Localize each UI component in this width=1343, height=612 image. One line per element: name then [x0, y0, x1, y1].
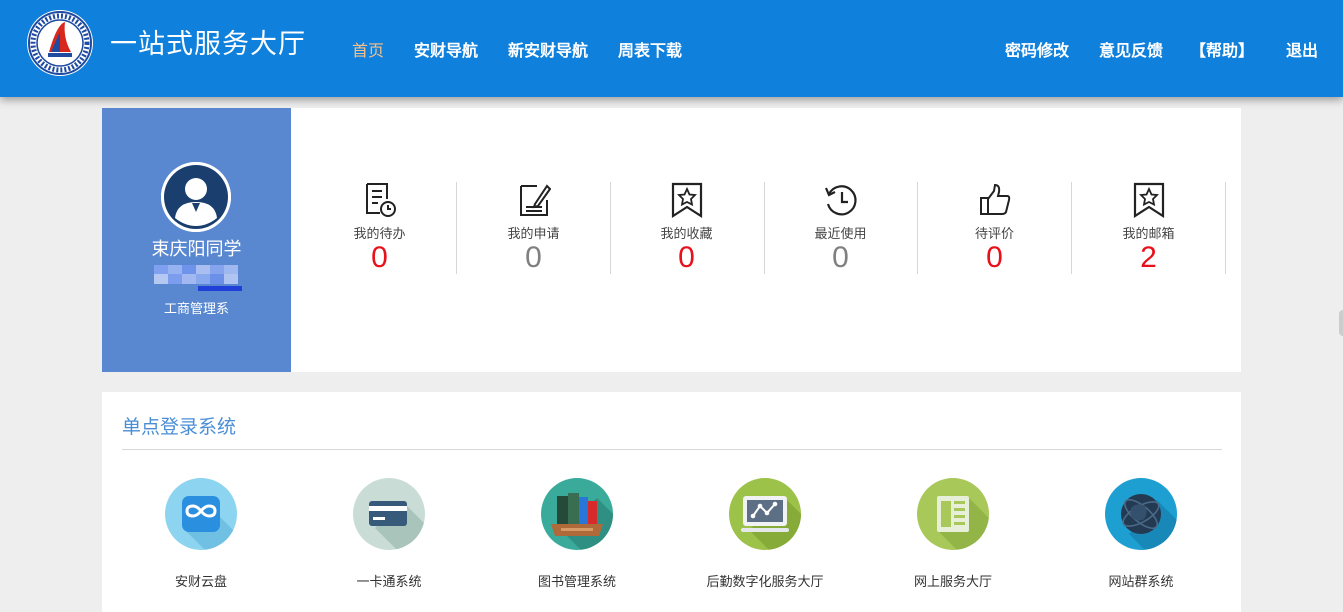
- nav-help[interactable]: 【帮助】: [1190, 37, 1254, 61]
- app-title: 一站式服务大厅: [110, 29, 306, 60]
- stat-todo[interactable]: 我的待办 0: [303, 178, 456, 274]
- monitor-chart-icon: [729, 478, 801, 550]
- divider: [1225, 182, 1226, 274]
- bookmark-star-icon: [1133, 182, 1165, 218]
- section-divider: [122, 449, 1222, 450]
- profile-panel: 束庆阳同学 工商管理系: [102, 108, 291, 372]
- scroll-handle[interactable]: [1339, 310, 1343, 336]
- stat-applications[interactable]: 我的申请 0: [457, 178, 610, 274]
- card-icon: [353, 478, 425, 550]
- bookmark-star-icon: [671, 182, 703, 218]
- nav-new-ancai-guide[interactable]: 新安财导航: [508, 37, 588, 61]
- app-logistics-hall[interactable]: 后勤数字化服务大厅: [671, 478, 859, 598]
- nav-home[interactable]: 首页: [352, 37, 384, 61]
- masked-student-id: [154, 265, 242, 293]
- dashboard-card: 束庆阳同学 工商管理系 我的待办 0 我的申请 0 我的收藏 0 最近使用 0 …: [102, 108, 1241, 372]
- department: 工商管理系: [163, 302, 229, 317]
- stat-mailbox[interactable]: 我的邮箱 2: [1072, 178, 1225, 274]
- stat-count: 0: [832, 241, 849, 274]
- section-title: 单点登录系统: [122, 416, 237, 438]
- sso-section: 单点登录系统 安财云盘 一卡通系统 图书管理系统 后勤数字化服务大厅 网上服务大…: [102, 392, 1241, 612]
- books-icon: [541, 478, 613, 550]
- cloud-drive-icon: [165, 478, 237, 550]
- stat-recent[interactable]: 最近使用 0: [764, 178, 917, 274]
- stat-favorites[interactable]: 我的收藏 0: [610, 178, 763, 274]
- nav-feedback[interactable]: 意见反馈: [1099, 37, 1163, 61]
- nav-ancai-guide[interactable]: 安财导航: [414, 37, 478, 61]
- app-card-system[interactable]: 一卡通系统: [295, 478, 483, 598]
- app-label: 安财云盘: [174, 575, 227, 590]
- user-name: 束庆阳同学: [151, 239, 242, 260]
- todo-clock-icon: [366, 183, 396, 217]
- app-online-service-hall[interactable]: 网上服务大厅: [859, 478, 1047, 598]
- nav-logout[interactable]: 退出: [1286, 37, 1318, 61]
- stat-count: 0: [525, 241, 542, 274]
- stat-count: 0: [371, 241, 388, 274]
- university-logo-icon: [27, 10, 93, 76]
- app-label: 网上服务大厅: [913, 575, 992, 590]
- app-label: 网站群系统: [1108, 575, 1174, 590]
- nav-weekly-download[interactable]: 周表下载: [618, 37, 682, 61]
- newspaper-icon: [917, 478, 989, 550]
- app-website-cluster[interactable]: 网站群系统: [1047, 478, 1235, 598]
- stat-to-evaluate[interactable]: 待评价 0: [918, 178, 1071, 274]
- app-cloud-drive[interactable]: 安财云盘: [107, 478, 295, 598]
- history-clock-icon: [824, 185, 857, 216]
- stat-count: 2: [1140, 241, 1157, 274]
- top-header: 一站式服务大厅 首页 安财导航 新安财导航 周表下载 密码修改 意见反馈 【帮助…: [0, 0, 1343, 97]
- edit-document-icon: [520, 184, 551, 216]
- stat-count: 0: [986, 241, 1003, 274]
- app-label: 图书管理系统: [537, 575, 616, 590]
- globe-icon: [1105, 478, 1177, 550]
- app-label: 后勤数字化服务大厅: [706, 575, 824, 590]
- app-library-system[interactable]: 图书管理系统: [483, 478, 671, 598]
- user-avatar-icon[interactable]: [161, 162, 231, 232]
- thumbs-up-icon: [980, 183, 1011, 215]
- stat-count: 0: [678, 241, 695, 274]
- nav-change-password[interactable]: 密码修改: [1005, 37, 1069, 61]
- app-label: 一卡通系统: [356, 575, 422, 590]
